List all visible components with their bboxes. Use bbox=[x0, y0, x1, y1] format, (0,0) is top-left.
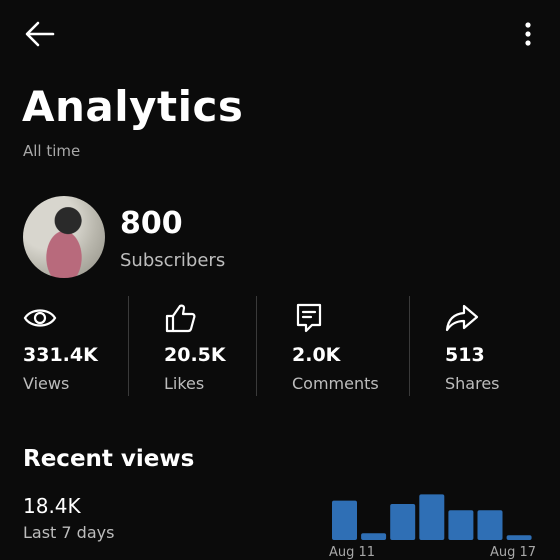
stat-label: Likes bbox=[164, 374, 205, 393]
chart-bar-aug-17 bbox=[506, 535, 532, 540]
more-options-button[interactable] bbox=[508, 14, 548, 54]
recent-views-chart[interactable]: Aug 11 Aug 17 bbox=[328, 486, 540, 560]
share-icon bbox=[445, 302, 479, 334]
avatar[interactable] bbox=[23, 196, 105, 278]
stat-value: 20.5K bbox=[164, 344, 226, 366]
more-vertical-icon bbox=[525, 22, 531, 46]
comment-icon bbox=[292, 302, 326, 334]
arrow-left-icon bbox=[25, 21, 55, 47]
divider bbox=[128, 296, 129, 396]
stat-views[interactable]: 331.4K Views bbox=[23, 296, 123, 398]
back-button[interactable] bbox=[18, 14, 62, 54]
chart-bar-aug-14 bbox=[419, 494, 445, 540]
divider bbox=[409, 296, 410, 396]
eye-icon bbox=[23, 302, 57, 334]
chart-bar-aug-16 bbox=[477, 510, 503, 540]
stat-label: Comments bbox=[292, 374, 379, 393]
page-subtitle: All time bbox=[23, 142, 81, 160]
stat-value: 513 bbox=[445, 344, 485, 366]
divider bbox=[256, 296, 257, 396]
thumbs-up-icon bbox=[164, 302, 198, 334]
stat-shares[interactable]: 513 Shares bbox=[445, 296, 535, 398]
page-title: Analytics bbox=[22, 82, 244, 131]
stat-label: Views bbox=[23, 374, 70, 393]
stat-label: Shares bbox=[445, 374, 500, 393]
stat-value: 331.4K bbox=[23, 344, 98, 366]
chart-x-tick-label: Aug 11 bbox=[329, 545, 375, 560]
chart-bar-aug-13 bbox=[390, 504, 416, 540]
recent-views-title: Recent views bbox=[23, 446, 195, 472]
chart-bar-aug-11 bbox=[332, 500, 357, 540]
stat-likes[interactable]: 20.5K Likes bbox=[164, 296, 254, 398]
stat-value: 2.0K bbox=[292, 344, 341, 366]
stat-comments[interactable]: 2.0K Comments bbox=[292, 296, 407, 398]
recent-views-period: Last 7 days bbox=[23, 523, 115, 542]
chart-bar-aug-12 bbox=[361, 533, 387, 540]
chart-bar-aug-15 bbox=[448, 510, 474, 540]
subscribers-count: 800 bbox=[120, 206, 183, 241]
recent-views-count: 18.4K bbox=[23, 494, 81, 518]
chart-x-tick-label: Aug 17 bbox=[490, 545, 536, 560]
subscribers-label: Subscribers bbox=[120, 250, 226, 271]
